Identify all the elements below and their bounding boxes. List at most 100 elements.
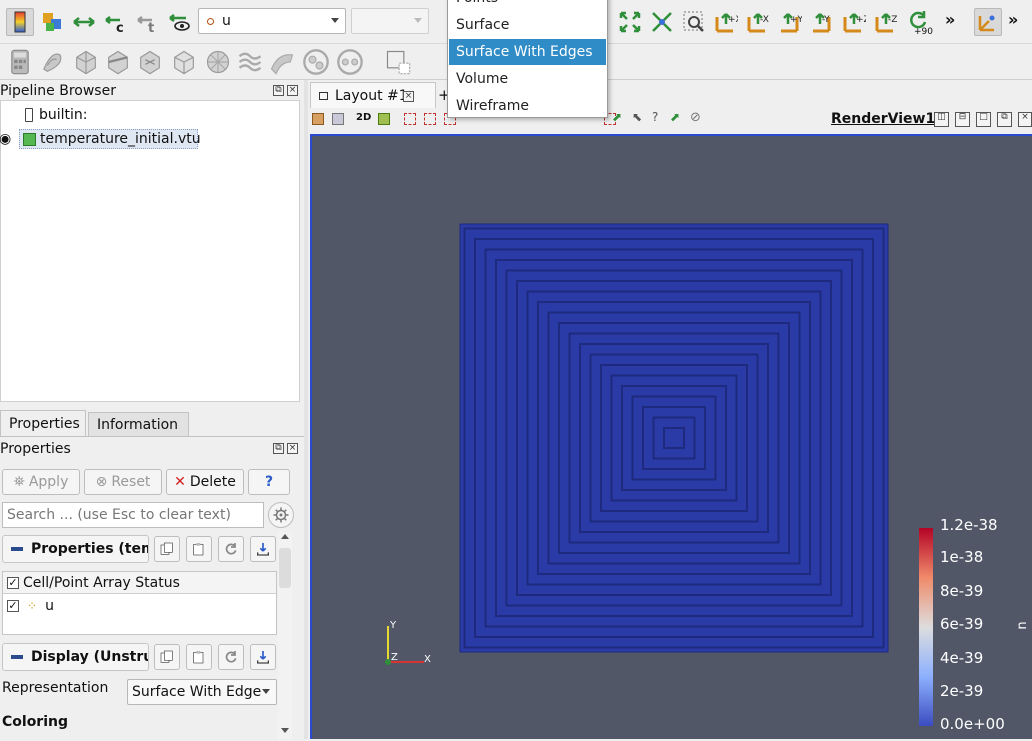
reset-button[interactable]: ⊗ Reset bbox=[84, 469, 162, 495]
scrollbar-thumb[interactable] bbox=[279, 548, 291, 588]
array-u-checkbox[interactable]: ✓ bbox=[7, 600, 19, 612]
reload-icon[interactable] bbox=[218, 536, 244, 562]
screenshot-icon[interactable] bbox=[332, 113, 344, 125]
zoom-to-box-icon[interactable] bbox=[680, 8, 708, 36]
delete-button[interactable]: ✕ Delete bbox=[166, 469, 244, 495]
scroll-down-icon[interactable] bbox=[281, 728, 289, 733]
pipeline-item-builtin[interactable]: builtin: bbox=[39, 107, 88, 123]
array-select[interactable]: u bbox=[198, 8, 346, 34]
custom-range-icon[interactable]: c bbox=[102, 8, 130, 36]
hover-points-icon[interactable]: ⬉ bbox=[632, 110, 642, 124]
pipeline-browser-tree: builtin: ◉ temperature_initial.vtu bbox=[0, 100, 300, 402]
menu-item-surface-with-edges[interactable]: Surface With Edges bbox=[449, 39, 606, 65]
slice-icon[interactable] bbox=[104, 48, 132, 76]
select-cells-icon[interactable] bbox=[404, 113, 416, 125]
tab-information[interactable]: Information bbox=[88, 412, 189, 436]
reset-range-icon[interactable] bbox=[70, 8, 98, 36]
mode-2d-button[interactable]: 2D bbox=[356, 112, 371, 123]
help-button[interactable]: ? bbox=[248, 469, 290, 495]
copy-icon[interactable] bbox=[154, 536, 180, 562]
minus-z-icon[interactable]: -Z bbox=[872, 8, 900, 36]
zoom-to-data-icon[interactable] bbox=[648, 8, 676, 36]
representation-select[interactable]: Surface With Edge bbox=[127, 679, 277, 705]
minus-x-icon[interactable]: -X bbox=[744, 8, 772, 36]
plus-z-icon[interactable]: +Z bbox=[840, 8, 868, 36]
tab-divider bbox=[0, 436, 304, 437]
glyph-icon[interactable] bbox=[204, 48, 232, 76]
render-view-canvas[interactable]: Y Z X 1.2e-38 1e-38 8e-39 6e-39 4e-39 2e… bbox=[310, 134, 1032, 739]
unstructured-grid-icon bbox=[23, 133, 36, 146]
restore-icon[interactable]: ⧉ bbox=[997, 112, 1012, 127]
minus-y-icon[interactable]: -Y bbox=[808, 8, 836, 36]
legend-tick-3: 6e-39 bbox=[940, 615, 984, 633]
contour-icon[interactable] bbox=[38, 48, 66, 76]
save-defaults-icon[interactable] bbox=[250, 536, 276, 562]
group-datasets-icon[interactable] bbox=[302, 48, 330, 76]
pipeline-item-temperature[interactable]: temperature_initial.vtu bbox=[19, 129, 201, 149]
split-horizontal-icon[interactable]: ◫ bbox=[934, 112, 949, 127]
menu-item-volume[interactable]: Volume bbox=[449, 66, 606, 92]
scroll-up-icon[interactable] bbox=[281, 534, 289, 539]
search-input[interactable]: Search ... (use Esc to clear text) bbox=[2, 502, 264, 528]
select-points-icon[interactable] bbox=[424, 113, 436, 125]
paste-icon[interactable] bbox=[186, 644, 212, 670]
threshold-icon[interactable] bbox=[136, 48, 164, 76]
reload-icon[interactable] bbox=[218, 644, 244, 670]
menu-item-wireframe[interactable]: Wireframe bbox=[449, 93, 606, 119]
calculator-icon[interactable] bbox=[6, 48, 34, 76]
tab-properties[interactable]: Properties bbox=[0, 410, 86, 436]
color-map-icon[interactable] bbox=[6, 8, 34, 36]
grow-selection-icon[interactable]: ⬈ bbox=[670, 110, 680, 124]
close-icon[interactable]: × bbox=[403, 91, 414, 102]
close-icon[interactable]: × bbox=[287, 85, 298, 96]
layout-icon bbox=[319, 92, 328, 100]
clear-selection-icon[interactable]: ⊘ bbox=[690, 110, 701, 125]
pipeline-browser-title: Pipeline Browser bbox=[0, 83, 116, 99]
split-vertical-icon[interactable]: ⊟ bbox=[955, 112, 970, 127]
section-display[interactable]: Display (Unstru bbox=[2, 643, 149, 671]
plus-x-icon[interactable]: +X bbox=[712, 8, 740, 36]
apply-label: Apply bbox=[28, 474, 69, 490]
array-row-u[interactable]: ✓ ⁘ u bbox=[7, 598, 54, 614]
apply-button[interactable]: ⛯ Apply bbox=[2, 469, 80, 495]
hover-help-icon[interactable]: ? bbox=[652, 110, 658, 124]
advanced-gear-icon[interactable] bbox=[268, 502, 294, 528]
tab-layout-1[interactable]: Layout #1 × bbox=[310, 82, 436, 108]
stream-tracer-icon[interactable] bbox=[236, 48, 264, 76]
capture-icon[interactable] bbox=[378, 113, 390, 125]
select-all-checkbox[interactable]: ✓ bbox=[7, 576, 19, 589]
eye-icon[interactable]: ◉ bbox=[0, 131, 11, 147]
axes-grid-icon[interactable] bbox=[974, 8, 1002, 36]
plus-y-icon[interactable]: +Y bbox=[776, 8, 804, 36]
float-icon[interactable]: ⧉ bbox=[273, 443, 284, 454]
copy-icon[interactable] bbox=[154, 644, 180, 670]
close-icon[interactable]: × bbox=[1018, 112, 1032, 127]
maximize-icon[interactable]: □ bbox=[976, 112, 991, 127]
camera-link-icon[interactable] bbox=[312, 113, 324, 125]
splitter[interactable] bbox=[304, 80, 308, 739]
visible-range-icon[interactable] bbox=[166, 8, 194, 36]
interactive-select-icon[interactable]: ⬈ bbox=[612, 110, 622, 124]
more-icon[interactable]: » bbox=[945, 10, 955, 29]
more-icon-2[interactable]: » bbox=[1008, 10, 1018, 29]
properties-scroll-area: Properties (tem ✓ Cell/Point Array Statu… bbox=[0, 532, 278, 739]
menu-item-surface[interactable]: Surface bbox=[449, 12, 606, 38]
extract-subset-icon[interactable] bbox=[170, 48, 198, 76]
range-over-time-icon[interactable]: t bbox=[134, 8, 162, 36]
component-select[interactable] bbox=[351, 8, 429, 34]
reset-camera-icon[interactable] bbox=[616, 8, 644, 36]
float-icon[interactable]: ⧉ bbox=[273, 85, 284, 96]
close-icon[interactable]: × bbox=[287, 443, 298, 454]
color-legend-icon[interactable] bbox=[38, 8, 66, 36]
representation-label: Representation bbox=[2, 680, 109, 696]
properties-scrollbar[interactable] bbox=[278, 532, 292, 739]
extract-level-icon[interactable] bbox=[336, 48, 364, 76]
save-defaults-icon[interactable] bbox=[250, 644, 276, 670]
warp-by-vector-icon[interactable] bbox=[268, 48, 296, 76]
clip-icon[interactable] bbox=[72, 48, 100, 76]
query-selection-icon[interactable] bbox=[384, 48, 412, 76]
paste-icon[interactable] bbox=[186, 536, 212, 562]
section-properties[interactable]: Properties (tem bbox=[2, 535, 149, 563]
menu-item-points[interactable]: Points bbox=[449, 0, 606, 11]
layout-tabbar: Layout #1 × + bbox=[308, 80, 1032, 108]
